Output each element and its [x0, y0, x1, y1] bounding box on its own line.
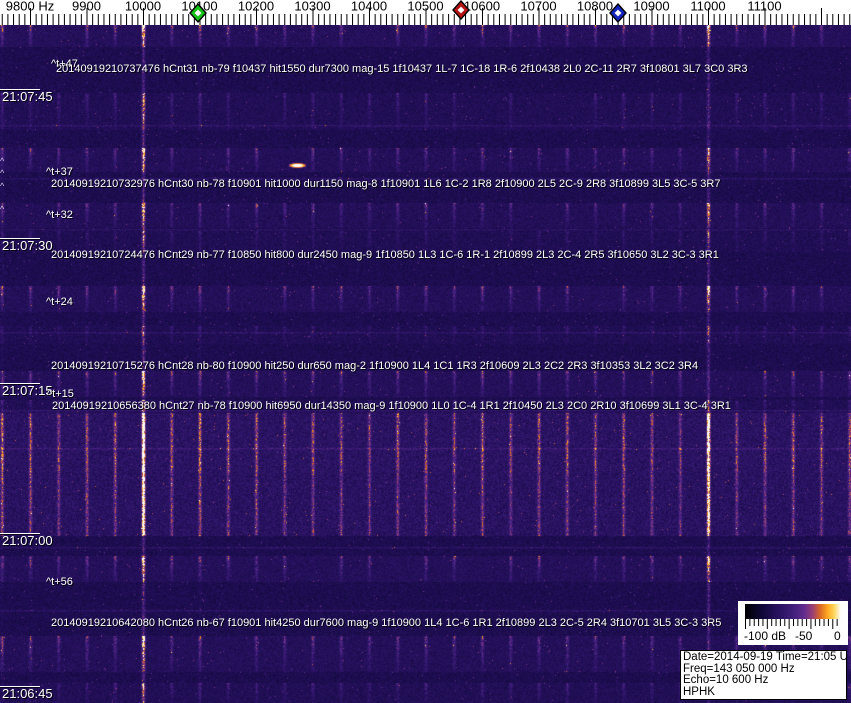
ruler-freq-label: 10800	[577, 0, 613, 14]
event-time-tag: ^t+56	[46, 576, 73, 588]
time-axis-label: 21:07:15	[2, 383, 53, 398]
ruler-freq-label: 10700	[520, 0, 556, 14]
colorbar-legend: -100 dB -50 0	[738, 601, 848, 645]
event-time-tag: ^t+24	[46, 296, 73, 308]
info-date-time: Date=2014-09-19 Time=21:05 UTC	[683, 651, 847, 663]
frequency-ruler[interactable]: 9800 Hz990010000101001020010300104001050…	[0, 0, 851, 25]
ruler-freq-label: 10400	[351, 0, 387, 14]
colorbar-mid-label: -50	[795, 629, 813, 643]
ruler-freq-label: 10600	[464, 0, 500, 14]
ruler-freq-label: 11000	[690, 0, 725, 14]
ruler-freq-label: 10200	[238, 0, 274, 14]
time-axis-label: 21:07:45	[2, 89, 53, 104]
edge-caret-mark: ^	[0, 181, 5, 191]
event-time-tag: ^t+37	[46, 166, 73, 178]
edge-caret-mark: ^	[0, 168, 5, 178]
ruler-freq-label: 9900	[72, 0, 101, 14]
ruler-freq-label: 9800 Hz	[6, 0, 54, 14]
colorbar-ticks	[745, 619, 838, 629]
time-axis-label: 21:06:45	[2, 686, 53, 701]
colorbar-min-label: -100 dB	[744, 629, 787, 643]
event-detection-record: 20140919210642080 hCnt26 nb-67 f10901 hi…	[51, 617, 722, 629]
event-detection-record: 20140919210732976 hCnt30 nb-78 f10901 hi…	[51, 178, 721, 190]
event-time-tag: ^t+32	[46, 209, 73, 221]
edge-caret-mark: ^	[0, 156, 5, 166]
event-time-tag: ^t+15	[47, 388, 74, 400]
event-detection-record: 20140919210715276 hCnt28 nb-80 f10900 hi…	[51, 360, 699, 372]
edge-caret-mark: ^	[0, 204, 5, 214]
colorbar-gradient[interactable]	[745, 604, 841, 619]
ruler-freq-label: 10500	[407, 0, 443, 14]
time-axis-label: 21:07:30	[2, 238, 53, 253]
colorbar-max-label: 0	[834, 629, 841, 643]
info-box: Date=2014-09-19 Time=21:05 UTC Freq=143 …	[680, 650, 847, 700]
ruler-freq-label: 11100	[747, 0, 781, 14]
event-detection-record: 20140919210724476 hCnt29 nb-77 f10850 hi…	[51, 249, 719, 261]
ruler-freq-label: 10000	[125, 0, 161, 14]
info-station-id: HPHK	[683, 686, 715, 699]
event-detection-record: 20140919210656380 hCnt27 nb-78 f10900 hi…	[52, 400, 731, 412]
ruler-freq-label: 10300	[294, 0, 330, 14]
time-axis-label: 21:07:00	[2, 533, 53, 548]
ruler-freq-label: 10900	[633, 0, 669, 14]
event-detection-record: 20140919210737476 hCnt31 nb-79 f10437 hi…	[56, 63, 748, 75]
spectrum-waterfall-app: 9800 Hz990010000101001020010300104001050…	[0, 0, 851, 703]
